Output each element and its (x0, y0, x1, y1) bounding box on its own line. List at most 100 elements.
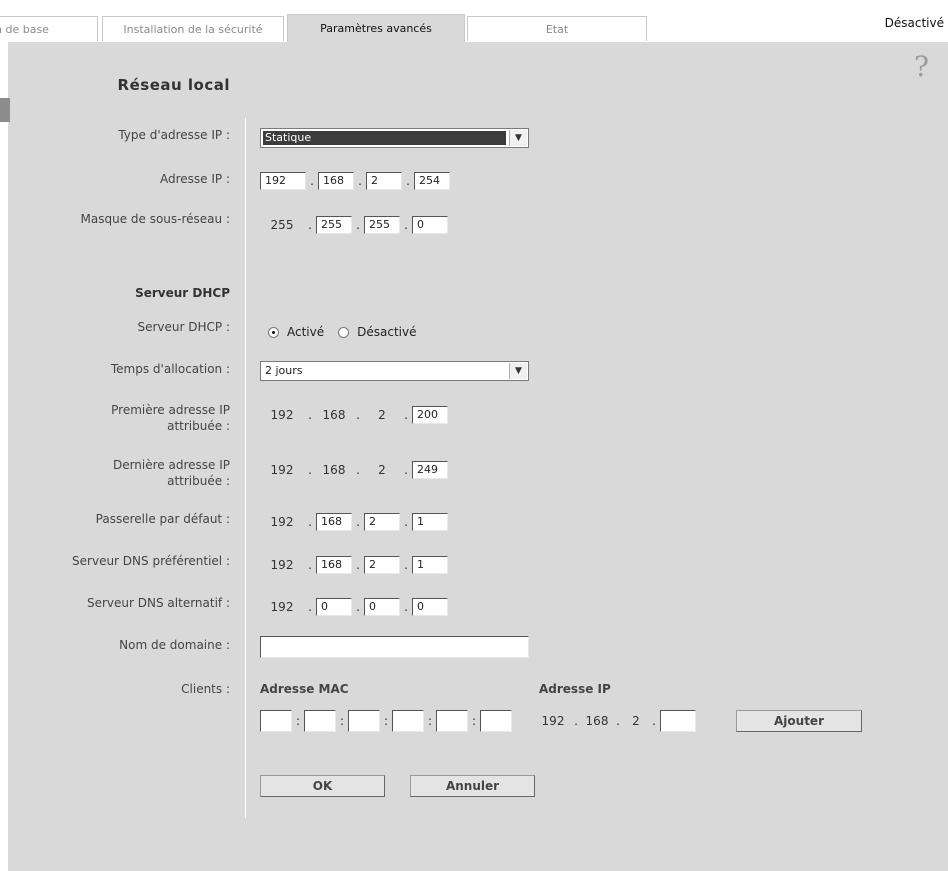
client-ip-octet-3: 2 (632, 714, 640, 728)
dns2-octet-2[interactable]: 0 (316, 598, 352, 616)
dhcp-off-radio[interactable]: Désactivé (338, 325, 416, 339)
subnet-mask-label: Masque de sous-réseau : (80, 212, 230, 226)
lease-time-value: 2 jours (265, 364, 303, 377)
colon-separator: : (339, 714, 345, 728)
first-ip-label-line1: Première adresse IP (111, 403, 230, 417)
gateway-octet-3[interactable]: 2 (364, 513, 400, 531)
help-icon[interactable]: ? (914, 50, 929, 83)
radio-unselected-icon (338, 326, 350, 338)
ip-type-select[interactable]: Statique ▼ (260, 128, 529, 148)
tab-label: Paramètres avancés (320, 22, 432, 35)
last-ip-octet-4[interactable]: 249 (412, 461, 448, 479)
lease-time-label: Temps d'allocation : (110, 362, 230, 376)
dot-separator: . (308, 408, 312, 422)
mac-part-2[interactable] (304, 710, 336, 732)
first-ip-octet-4[interactable]: 200 (412, 406, 448, 424)
ip-octet-1[interactable]: 192 (260, 172, 306, 190)
mac-address-field: : : : : : (260, 710, 512, 732)
dot-separator: . (308, 218, 312, 232)
preferred-dns-field: 192. 168. 2. 1 (260, 556, 448, 574)
client-ip-field: 192. 168. 2. (536, 710, 696, 732)
last-ip-octet-1: 192 (270, 463, 294, 477)
chevron-down-icon: ▼ (509, 363, 527, 379)
last-ip-octet-3: 2 (378, 463, 386, 477)
mask-octet-2[interactable]: 255 (316, 216, 352, 234)
mask-octet-4[interactable]: 0 (412, 216, 448, 234)
ip-octet-3[interactable]: 2 (366, 172, 402, 190)
first-ip-label: Première adresse IP attribuée : (111, 402, 230, 434)
tab-advanced-settings[interactable]: Paramètres avancés (287, 14, 465, 42)
left-edge (0, 42, 8, 871)
dot-separator: . (356, 218, 360, 232)
cancel-button[interactable]: Annuler (410, 775, 535, 797)
dot-separator: . (308, 463, 312, 477)
domain-name-label: Nom de domaine : (119, 638, 230, 652)
add-client-button[interactable]: Ajouter (736, 710, 862, 732)
dot-separator: . (404, 218, 408, 232)
first-ip-octet-2: 168 (322, 408, 346, 422)
ip-octet-2[interactable]: 168 (318, 172, 354, 190)
gateway-label: Passerelle par défaut : (95, 512, 230, 526)
last-ip-label-line2: attribuée : (167, 474, 230, 488)
ip-type-value: Statique (262, 130, 507, 146)
ok-button[interactable]: OK (260, 775, 385, 797)
gateway-octet-2[interactable]: 168 (316, 513, 352, 531)
last-ip-octet-2: 168 (322, 463, 346, 477)
dhcp-server-label: Serveur DHCP : (137, 320, 230, 334)
first-ip-octet-1: 192 (270, 408, 294, 422)
dns1-octet-4[interactable]: 1 (412, 556, 448, 574)
last-ip-label: Dernière adresse IP attribuée : (113, 457, 230, 489)
dot-separator: . (404, 463, 408, 477)
first-ip-field: 192. 168. 2. 200 (260, 406, 448, 424)
dot-separator: . (356, 463, 360, 477)
mac-part-3[interactable] (348, 710, 380, 732)
mac-part-1[interactable] (260, 710, 292, 732)
dns2-octet-3[interactable]: 0 (364, 598, 400, 616)
dhcp-on-radio[interactable]: Activé (268, 325, 324, 339)
client-ip-octet-2: 168 (585, 714, 609, 728)
ip-address-field: 192. 168. 2. 254 (260, 172, 450, 190)
dot-separator: . (356, 408, 360, 422)
lease-time-select[interactable]: 2 jours ▼ (260, 361, 529, 381)
subnet-mask-field: 255. 255. 255. 0 (260, 216, 448, 234)
tab-label: Installation de la sécurité (123, 22, 263, 36)
mask-octet-3[interactable]: 255 (364, 216, 400, 234)
first-ip-octet-3: 2 (378, 408, 386, 422)
gateway-octet-4[interactable]: 1 (412, 513, 448, 531)
dhcp-server-radio-group: Activé Désactivé (268, 325, 430, 339)
dot-separator: . (404, 558, 408, 572)
dot-separator: . (574, 714, 578, 728)
dot-separator: . (404, 515, 408, 529)
first-ip-label-line2: attribuée : (167, 419, 230, 433)
gateway-octet-1: 192 (270, 515, 294, 529)
client-ip-octet-4[interactable] (660, 710, 696, 732)
dhcp-section-title: Serveur DHCP (135, 286, 230, 300)
mac-part-4[interactable] (392, 710, 424, 732)
tab-basic-settings[interactable]: n de base (0, 16, 98, 41)
clients-label: Clients : (181, 682, 230, 696)
gateway-field: 192. 168. 2. 1 (260, 513, 448, 531)
dot-separator: . (406, 174, 410, 188)
dns1-octet-1: 192 (270, 558, 294, 572)
mac-part-5[interactable] (436, 710, 468, 732)
dot-separator: . (404, 600, 408, 614)
dns1-octet-3[interactable]: 2 (364, 556, 400, 574)
connection-status: Désactivé (884, 16, 944, 30)
dot-separator: . (310, 174, 314, 188)
domain-name-input[interactable] (260, 636, 529, 658)
domain-name-field-wrap (260, 636, 529, 658)
dns2-octet-4[interactable]: 0 (412, 598, 448, 616)
dot-separator: . (308, 515, 312, 529)
radio-label: Activé (287, 325, 325, 339)
dns2-octet-1: 192 (270, 600, 294, 614)
mac-part-6[interactable] (480, 710, 512, 732)
ip-address-label: Adresse IP : (159, 172, 230, 186)
tab-state[interactable]: Etat (467, 16, 647, 41)
chevron-down-icon: ▼ (509, 130, 527, 146)
alternate-dns-field: 192. 0. 0. 0 (260, 598, 448, 616)
dns1-octet-2[interactable]: 168 (316, 556, 352, 574)
dot-separator: . (652, 714, 656, 728)
ip-octet-4[interactable]: 254 (414, 172, 450, 190)
tab-security-setup[interactable]: Installation de la sécurité (102, 16, 284, 41)
radio-selected-icon (268, 326, 279, 338)
